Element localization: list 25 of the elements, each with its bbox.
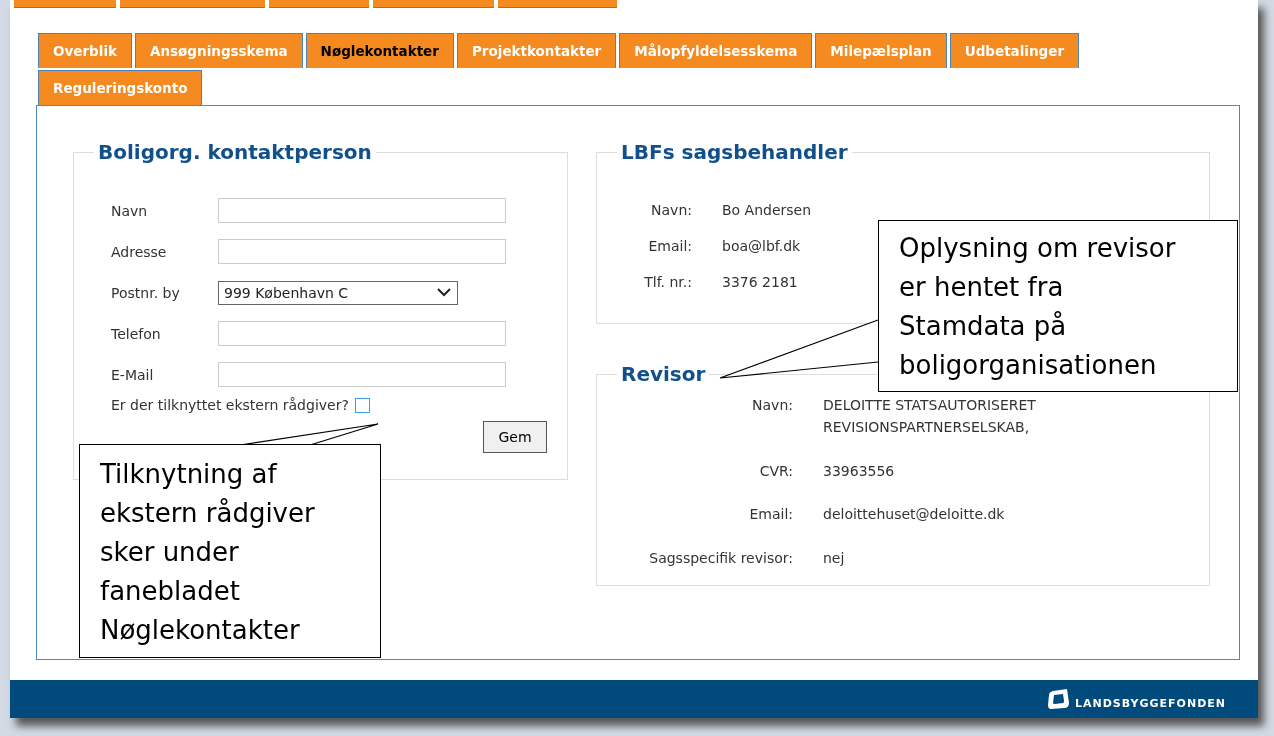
info-value: deloittehuset@deloitte.dk	[823, 505, 1005, 525]
info-value: DELOITTE STATSAUTORISERET REVISIONSPARTNERSELSKAB,	[823, 396, 1037, 438]
section-title: LBFs sagsbehandler	[620, 140, 849, 164]
field-label: Postnr. by	[111, 284, 181, 301]
field-label: Adresse	[111, 243, 168, 260]
info-value: 33963556	[823, 461, 895, 481]
section-title: Revisor	[620, 362, 707, 386]
field-label: Telefon	[111, 325, 162, 342]
info-value: Bo Andersen	[722, 202, 812, 218]
info-label: Email:	[647, 238, 692, 254]
info-value: 3376 2181	[722, 274, 798, 290]
info-value: nej	[823, 548, 845, 568]
info-label: Sagsspecifik revisor:	[648, 548, 793, 568]
callout-text: Oplysning om revisor er hentet fra Stamdata på boligorganisationen	[878, 220, 1238, 392]
info-label: Email:	[748, 505, 793, 525]
info-label: Tlf. nr.:	[643, 274, 692, 290]
info-value: boa@lbf.dk	[722, 238, 801, 254]
field-label: Navn	[111, 202, 149, 219]
info-label: Navn:	[751, 396, 793, 415]
brand-name: LANDSBYGGEFONDEN	[1074, 696, 1226, 710]
question-label: Er der tilknyttet ekstern rådgiver?	[111, 397, 349, 413]
field-label: E-Mail	[111, 366, 155, 383]
section-title: Boligorg. kontaktperson	[97, 140, 373, 164]
info-label: Navn:	[650, 202, 692, 218]
info-label: CVR:	[758, 461, 793, 481]
